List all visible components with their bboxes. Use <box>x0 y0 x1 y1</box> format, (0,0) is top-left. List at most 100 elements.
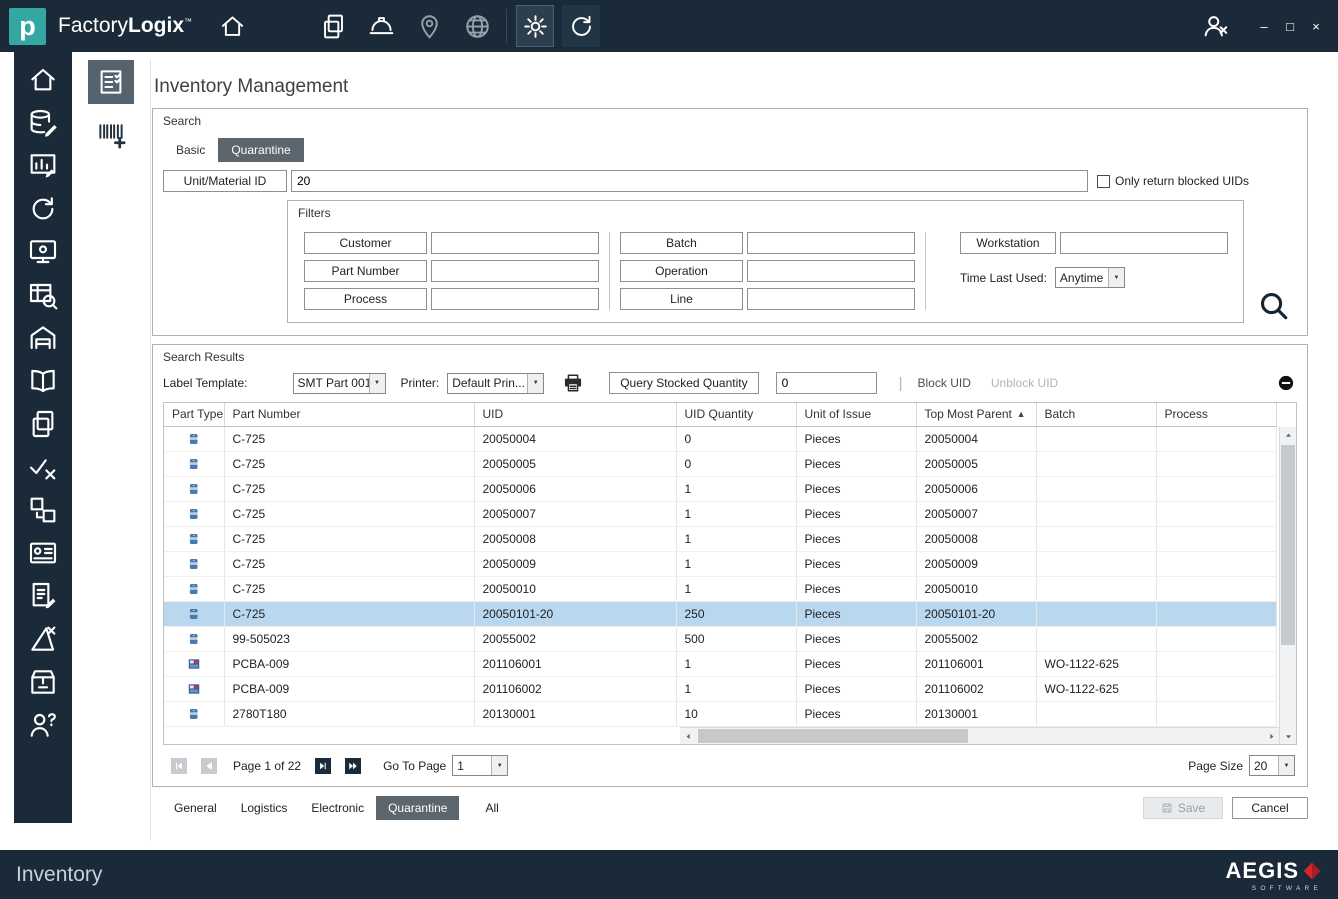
workstation-filter-button[interactable]: Workstation <box>960 232 1056 254</box>
go-to-page-select[interactable]: 1 ▼ <box>452 755 508 776</box>
query-stocked-quantity-button[interactable]: Query Stocked Quantity <box>609 372 758 394</box>
column-header-part-number[interactable]: Part Number <box>224 403 474 426</box>
block-uid-button[interactable]: Block UID <box>918 376 971 390</box>
line-filter-button[interactable]: Line <box>620 288 743 310</box>
column-header-batch[interactable]: Batch <box>1036 403 1156 426</box>
page-size-select[interactable]: 20 ▼ <box>1249 755 1295 776</box>
location-icon[interactable] <box>415 12 444 41</box>
search-tab-quarantine[interactable]: Quarantine <box>218 138 303 162</box>
design-check-icon[interactable] <box>27 623 59 655</box>
table-row[interactable]: C-725200500050Pieces20050005 <box>164 451 1276 476</box>
line-filter-input[interactable] <box>747 288 915 310</box>
search-icon[interactable] <box>1258 290 1289 321</box>
warehouse-icon[interactable] <box>27 322 59 354</box>
table-row[interactable]: C-725200500061Pieces20050006 <box>164 476 1276 501</box>
scroll-down-icon[interactable] <box>1280 728 1296 744</box>
previous-page-button[interactable] <box>201 758 217 774</box>
globe-icon[interactable] <box>463 12 492 41</box>
user-support-icon[interactable] <box>27 709 59 741</box>
part-number-filter-input[interactable] <box>431 260 599 282</box>
category-tab-quarantine[interactable]: Quarantine <box>376 796 459 820</box>
package-icon[interactable] <box>27 666 59 698</box>
column-header-uid[interactable]: UID <box>474 403 676 426</box>
table-row[interactable]: C-72520050101-20250Pieces20050101-20 <box>164 601 1276 626</box>
process-filter-button[interactable]: Process <box>304 288 427 310</box>
unblock-uid-button[interactable]: Unblock UID <box>991 376 1058 390</box>
printer-icon[interactable] <box>562 372 584 394</box>
batch-filter-button[interactable]: Batch <box>620 232 743 254</box>
label-template-select[interactable]: SMT Part 001 ▼ <box>293 373 386 394</box>
history-tab[interactable] <box>562 5 600 47</box>
horizontal-scrollbar[interactable] <box>680 727 1279 744</box>
workstation-filter-input[interactable] <box>1060 232 1228 254</box>
column-header-uid-quantity[interactable]: UID Quantity <box>676 403 796 426</box>
unit-material-id-button[interactable]: Unit/Material ID <box>163 170 287 192</box>
column-header-part-type[interactable]: Part Type <box>164 403 224 426</box>
table-row[interactable]: 2780T1802013000110Pieces20130001 <box>164 701 1276 726</box>
table-row[interactable]: C-725200500091Pieces20050009 <box>164 551 1276 576</box>
planning-board-icon[interactable] <box>27 150 59 182</box>
operation-filter-input[interactable] <box>747 260 915 282</box>
category-tab-logistics[interactable]: Logistics <box>229 796 300 820</box>
copy-icon[interactable] <box>27 408 59 440</box>
table-search-icon[interactable] <box>27 279 59 311</box>
next-page-button[interactable] <box>315 758 331 774</box>
documentation-icon[interactable] <box>27 365 59 397</box>
horizontal-scroll-thumb[interactable] <box>698 729 968 743</box>
first-page-button[interactable] <box>171 758 187 774</box>
table-row[interactable]: PCBA-0092011060011Pieces201106001WO-1122… <box>164 651 1276 676</box>
customer-filter-input[interactable] <box>431 232 599 254</box>
database-edit-icon[interactable] <box>27 107 59 139</box>
table-row[interactable]: C-725200500101Pieces20050010 <box>164 576 1276 601</box>
quality-check-icon[interactable] <box>27 451 59 483</box>
vertical-scrollbar[interactable] <box>1279 427 1296 744</box>
close-button[interactable]: × <box>1306 19 1326 34</box>
operation-filter-button[interactable]: Operation <box>620 260 743 282</box>
home-icon[interactable] <box>218 12 247 41</box>
column-header-top-most-parent[interactable]: Top Most Parent▲ <box>916 403 1036 426</box>
only-blocked-checkbox[interactable] <box>1097 175 1110 188</box>
scroll-right-icon[interactable] <box>1263 728 1279 744</box>
category-tab-general[interactable]: General <box>162 796 229 820</box>
unit-material-id-input[interactable] <box>291 170 1088 192</box>
customer-filter-button[interactable]: Customer <box>304 232 427 254</box>
factory-icon[interactable] <box>367 12 396 41</box>
part-type-cell <box>164 526 224 551</box>
home-icon[interactable] <box>27 64 59 96</box>
save-button[interactable]: Save <box>1143 797 1223 819</box>
last-page-button[interactable] <box>345 758 361 774</box>
search-tab-basic[interactable]: Basic <box>163 138 218 162</box>
table-row[interactable]: C-725200500040Pieces20050004 <box>164 426 1276 451</box>
documents-icon[interactable] <box>319 12 348 41</box>
part-number-filter-button[interactable]: Part Number <box>304 260 427 282</box>
category-tab-electronic[interactable]: Electronic <box>299 796 376 820</box>
scroll-left-icon[interactable] <box>680 728 696 744</box>
batch-filter-input[interactable] <box>747 232 915 254</box>
monitor-settings-icon[interactable] <box>27 236 59 268</box>
barcode-add-tile[interactable] <box>88 112 134 156</box>
table-row[interactable]: C-725200500071Pieces20050007 <box>164 501 1276 526</box>
table-row[interactable]: 99-50502320055002500Pieces20055002 <box>164 626 1276 651</box>
maximize-button[interactable]: □ <box>1280 19 1300 34</box>
column-header-unit-of-issue[interactable]: Unit of Issue <box>796 403 916 426</box>
history-icon[interactable] <box>27 193 59 225</box>
vertical-scroll-thumb[interactable] <box>1281 445 1295 645</box>
category-tab-all[interactable]: All <box>473 796 510 820</box>
printer-select[interactable]: Default Prin... ▼ <box>447 373 544 394</box>
table-row[interactable]: PCBA-0092011060021Pieces201106002WO-1122… <box>164 676 1276 701</box>
document-edit-icon[interactable] <box>27 580 59 612</box>
scroll-up-icon[interactable] <box>1280 427 1296 443</box>
block-icon[interactable] <box>1277 374 1295 392</box>
settings-tab[interactable] <box>516 5 554 47</box>
table-row[interactable]: C-725200500081Pieces20050008 <box>164 526 1276 551</box>
inventory-list-tile[interactable] <box>88 60 134 104</box>
column-header-process[interactable]: Process <box>1156 403 1276 426</box>
user-icon[interactable] <box>1200 11 1230 41</box>
process-filter-input[interactable] <box>431 288 599 310</box>
transfer-icon[interactable] <box>27 494 59 526</box>
cancel-button[interactable]: Cancel <box>1232 797 1308 819</box>
time-last-used-select[interactable]: Anytime ▼ <box>1055 267 1125 288</box>
minimize-button[interactable]: – <box>1254 19 1274 34</box>
stocked-quantity-input[interactable] <box>776 372 877 394</box>
id-card-icon[interactable] <box>27 537 59 569</box>
